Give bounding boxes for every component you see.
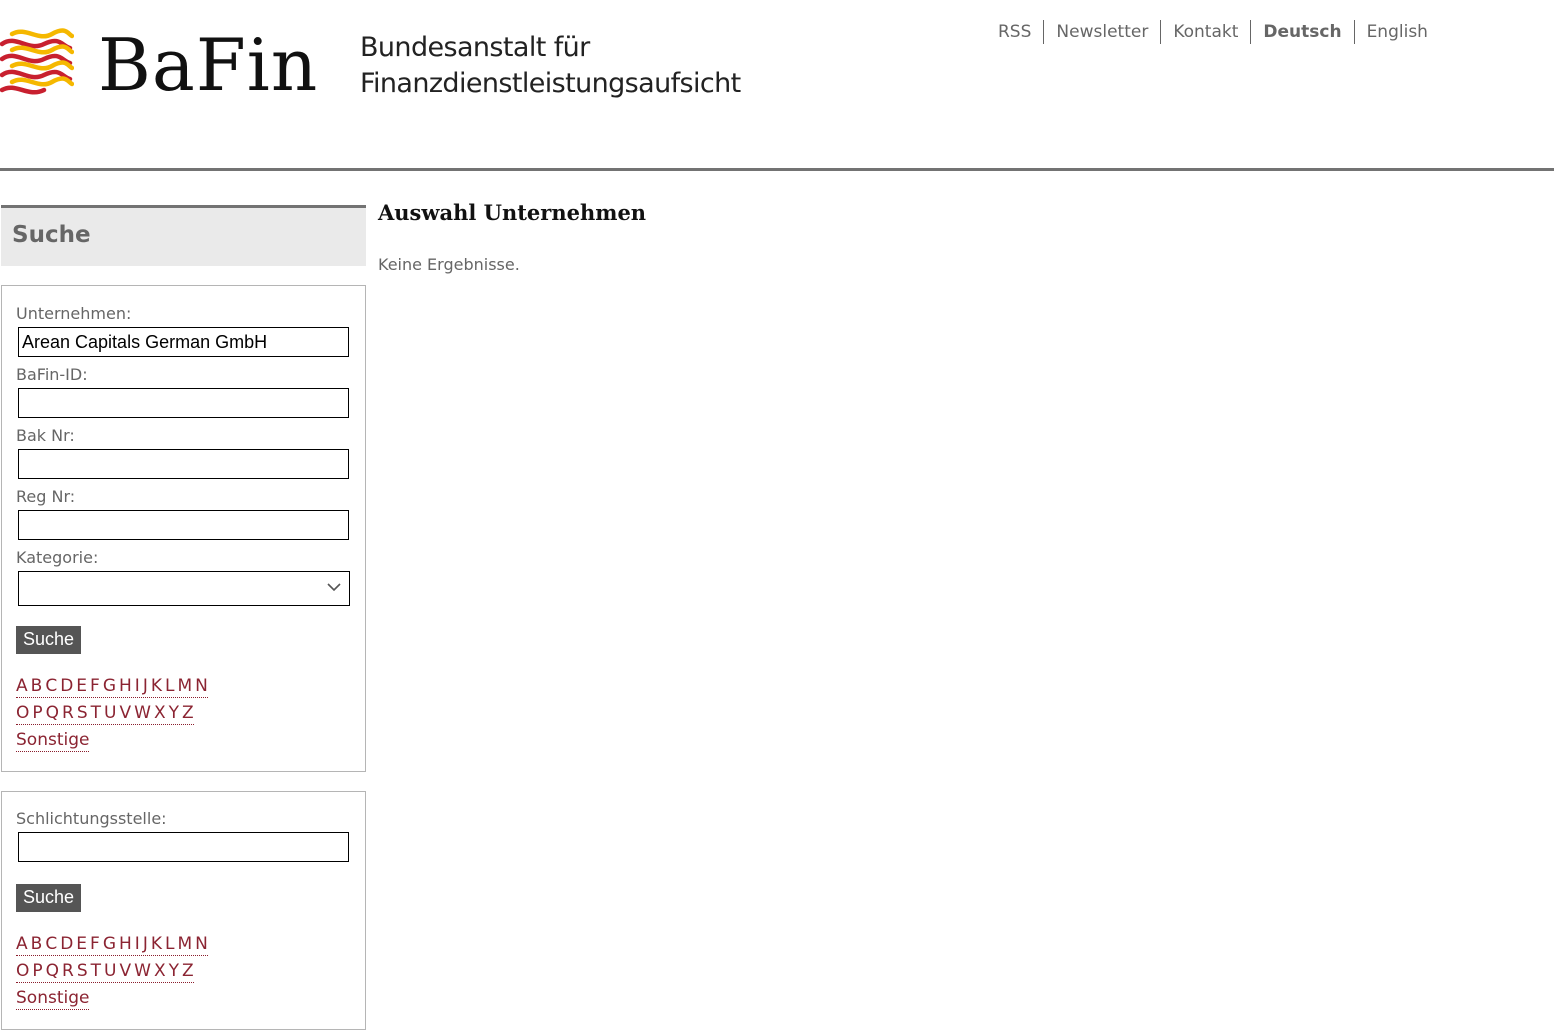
alphabet-link-c[interactable]: C	[45, 934, 57, 954]
alphabet-link-x[interactable]: X	[154, 703, 166, 723]
alphabet-link-t[interactable]: T	[91, 961, 101, 981]
alphabet-link-l[interactable]: L	[165, 676, 174, 696]
company-alphabet-index: ABCDEFGHIJKLMN OPQRSTUVWXYZ Sonstige	[16, 674, 351, 755]
alphabet-row-2: OPQRSTUVWXYZ	[16, 961, 194, 983]
page-title: Auswahl Unternehmen	[378, 200, 647, 225]
bafin-logo-waves-icon[interactable]	[0, 26, 74, 100]
arbitration-search-form: Schlichtungsstelle: Suche ABCDEFGHIJKLMN…	[1, 791, 366, 1030]
org-name-line2: Finanzdienstleistungsaufsicht	[360, 68, 741, 99]
alphabet-link-u[interactable]: U	[104, 961, 116, 981]
alphabet-link-j[interactable]: J	[143, 934, 148, 954]
alphabet-link-u[interactable]: U	[104, 703, 116, 723]
alphabet-row-3: Sonstige	[16, 988, 90, 1010]
alphabet-link-d[interactable]: D	[60, 676, 73, 696]
alphabet-link-z[interactable]: Z	[182, 961, 194, 981]
sidebar-title: Suche	[12, 222, 91, 248]
nav-link-deutsch[interactable]: Deutsch	[1250, 20, 1353, 44]
bafin-id-input[interactable]	[18, 388, 349, 418]
org-name-line1: Bundesanstalt für	[360, 32, 590, 63]
alphabet-link-h[interactable]: H	[119, 676, 132, 696]
bafin-logo-text[interactable]: BaFin	[98, 20, 318, 110]
sidebar-title-bar: Suche	[1, 205, 366, 266]
alphabet-link-s[interactable]: S	[77, 961, 88, 981]
bak-nr-label: Bak Nr:	[16, 426, 75, 445]
alphabet-row-1: ABCDEFGHIJKLMN	[16, 934, 208, 956]
search-sidebar: Suche Unternehmen: BaFin-ID: Bak Nr: Reg…	[1, 205, 366, 1030]
alphabet-link-q[interactable]: Q	[46, 961, 59, 981]
alphabet-link-f[interactable]: F	[90, 934, 100, 954]
alphabet-link-b[interactable]: B	[31, 676, 43, 696]
site-header: BaFin Bundesanstalt für Finanzdienstleis…	[0, 0, 1554, 172]
alphabet-link-k[interactable]: K	[151, 676, 162, 696]
alphabet-link-t[interactable]: T	[91, 703, 101, 723]
alphabet-link-y[interactable]: Y	[169, 703, 179, 723]
bak-nr-input[interactable]	[18, 449, 349, 479]
alphabet-link-z[interactable]: Z	[182, 703, 194, 723]
category-label: Kategorie:	[16, 548, 99, 567]
alphabet-link-j[interactable]: J	[143, 676, 148, 696]
alphabet-link-sonstige[interactable]: Sonstige	[16, 988, 89, 1008]
company-search-form: Unternehmen: BaFin-ID: Bak Nr: Reg Nr: K…	[1, 285, 366, 772]
alphabet-link-l[interactable]: L	[165, 934, 174, 954]
alphabet-link-s[interactable]: S	[77, 703, 88, 723]
arbitration-alphabet-index: ABCDEFGHIJKLMN OPQRSTUVWXYZ Sonstige	[16, 932, 351, 1013]
alphabet-link-f[interactable]: F	[90, 676, 100, 696]
alphabet-link-m[interactable]: M	[177, 676, 192, 696]
main-content: Auswahl Unternehmen Keine Ergebnisse.	[378, 198, 646, 274]
company-label: Unternehmen:	[16, 304, 132, 323]
alphabet-link-n[interactable]: N	[195, 934, 208, 954]
arbitration-label: Schlichtungsstelle:	[16, 809, 167, 828]
alphabet-link-k[interactable]: K	[151, 934, 162, 954]
alphabet-row-1: ABCDEFGHIJKLMN	[16, 676, 208, 698]
alphabet-link-r[interactable]: R	[62, 703, 74, 723]
alphabet-link-sonstige[interactable]: Sonstige	[16, 730, 89, 750]
alphabet-link-b[interactable]: B	[31, 934, 43, 954]
reg-nr-label: Reg Nr:	[16, 487, 76, 506]
no-results-message: Keine Ergebnisse.	[378, 255, 520, 274]
organization-name: Bundesanstalt für Finanzdienstleistungsa…	[360, 30, 741, 102]
alphabet-link-p[interactable]: P	[32, 703, 42, 723]
alphabet-link-i[interactable]: I	[135, 934, 140, 954]
alphabet-link-e[interactable]: E	[76, 934, 87, 954]
nav-link-newsletter[interactable]: Newsletter	[1043, 20, 1160, 44]
alphabet-link-h[interactable]: H	[119, 934, 132, 954]
alphabet-link-a[interactable]: A	[16, 676, 28, 696]
category-select[interactable]	[18, 571, 350, 606]
nav-link-kontakt[interactable]: Kontakt	[1160, 20, 1250, 44]
alphabet-link-a[interactable]: A	[16, 934, 28, 954]
alphabet-link-r[interactable]: R	[62, 961, 74, 981]
alphabet-link-v[interactable]: V	[120, 703, 132, 723]
alphabet-link-x[interactable]: X	[154, 961, 166, 981]
alphabet-link-i[interactable]: I	[135, 676, 140, 696]
alphabet-link-g[interactable]: G	[103, 934, 116, 954]
alphabet-link-o[interactable]: O	[16, 961, 29, 981]
company-search-button[interactable]: Suche	[16, 626, 82, 654]
header-divider	[0, 168, 1554, 171]
alphabet-link-g[interactable]: G	[103, 676, 116, 696]
alphabet-row-3: Sonstige	[16, 730, 90, 752]
reg-nr-input[interactable]	[18, 510, 349, 540]
alphabet-row-2: OPQRSTUVWXYZ	[16, 703, 194, 725]
top-navigation: RSS Newsletter Kontakt Deutsch English	[990, 20, 1440, 44]
alphabet-link-v[interactable]: V	[120, 961, 132, 981]
alphabet-link-e[interactable]: E	[76, 676, 87, 696]
nav-link-rss[interactable]: RSS	[990, 20, 1043, 44]
nav-link-english[interactable]: English	[1353, 20, 1440, 44]
bafin-id-label: BaFin-ID:	[16, 365, 88, 384]
alphabet-link-m[interactable]: M	[177, 934, 192, 954]
alphabet-link-p[interactable]: P	[32, 961, 42, 981]
alphabet-link-y[interactable]: Y	[169, 961, 179, 981]
alphabet-link-o[interactable]: O	[16, 703, 29, 723]
arbitration-search-button[interactable]: Suche	[16, 884, 82, 912]
company-input[interactable]	[18, 327, 349, 357]
alphabet-link-q[interactable]: Q	[46, 703, 59, 723]
alphabet-link-d[interactable]: D	[60, 934, 73, 954]
alphabet-link-c[interactable]: C	[45, 676, 57, 696]
alphabet-link-w[interactable]: W	[134, 961, 151, 981]
chevron-down-icon	[327, 583, 341, 592]
alphabet-link-w[interactable]: W	[134, 703, 151, 723]
alphabet-link-n[interactable]: N	[195, 676, 208, 696]
arbitration-input[interactable]	[18, 832, 349, 862]
